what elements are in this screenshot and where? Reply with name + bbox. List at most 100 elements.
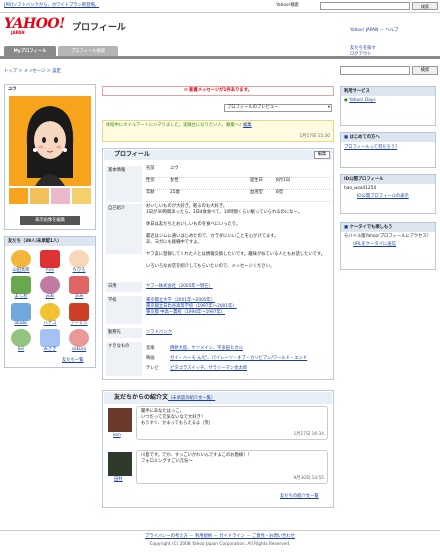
friend-name[interactable]: みさき bbox=[44, 347, 57, 352]
service-item[interactable]: ● Yahoo! Days bbox=[341, 96, 435, 106]
start-title-text: はじめての方へ bbox=[349, 135, 380, 140]
avatar-thumb[interactable] bbox=[72, 188, 91, 204]
yahoo-search-button[interactable]: 検索 bbox=[412, 2, 438, 10]
likes-row-value[interactable]: 情熱大陸、ケツメイシ、宇多田ヒカル bbox=[170, 346, 243, 351]
friend-name[interactable]: アーミン bbox=[71, 321, 88, 326]
friend-avatar bbox=[11, 328, 31, 347]
start-title: ■ はじめての方へ bbox=[341, 133, 435, 142]
friend-name[interactable]: sakura bbox=[72, 347, 86, 352]
start-box: ■ はじめての方へ プロフィールって何だろう? bbox=[340, 132, 436, 168]
likes-row-value[interactable]: ピタゴラスイッチ、サラリーマン金太郎 bbox=[170, 366, 247, 371]
likes-row: 映画 ガイ・ハーモ ん/ピ、パイレーツ・オブ・カリビアン/ワールド・エンド bbox=[146, 354, 330, 364]
chevron-down-icon: ▾ bbox=[327, 105, 330, 110]
comments-more-link[interactable]: 友だちの紹介文一覧 bbox=[280, 494, 319, 500]
friend-avatar bbox=[40, 250, 60, 268]
basic-row-value: 8月1日 bbox=[276, 178, 291, 183]
friend-name[interactable]: hiro bbox=[46, 268, 54, 273]
comment-author[interactable]: 田村 bbox=[114, 477, 123, 483]
start-link[interactable]: プロフィールって何だろう? bbox=[341, 142, 435, 154]
friends-more-link[interactable]: 友だち一覧 bbox=[62, 358, 83, 364]
friend-name[interactable]: 山田太郎 bbox=[12, 268, 29, 273]
school-list: 東京都立大学（2001年〜2005年） 東京都立日比谷高等学校（1997年〜20… bbox=[146, 298, 237, 316]
breadcrumb[interactable]: トップ ＞ メッセージ ＞ 設定 bbox=[4, 69, 61, 75]
likes-row-value[interactable]: ガイ・ハーモ ん/ピ、パイレーツ・オブ・カリビアン/ワールド・エンド bbox=[170, 356, 307, 361]
friend-item[interactable]: みさき bbox=[36, 328, 64, 354]
friend-item[interactable]: まみ bbox=[65, 276, 93, 301]
mobile-link[interactable]: URLをケータイに送信 bbox=[341, 242, 435, 248]
yahoo-search-label: Yahoo!検索 bbox=[276, 3, 299, 8]
yahoo-search-input[interactable] bbox=[320, 2, 410, 10]
friend-item[interactable]: yuki bbox=[36, 276, 64, 301]
comment-line: もうすぐ、かまってもらえるよ（笑） bbox=[141, 421, 214, 426]
footer-divider bbox=[0, 530, 440, 531]
basic-row: 名前 ユウ bbox=[146, 166, 330, 178]
basic-row-label: 誕生日 bbox=[250, 178, 263, 183]
friend-item[interactable]: 山田太郎 bbox=[7, 250, 35, 275]
footer-links-text[interactable]: プライバシーの考え方 － 利用規約 － ガイドライン － ご意見・お問い合わせ bbox=[145, 534, 295, 539]
friend-item[interactable]: よしお bbox=[7, 276, 35, 301]
friend-item[interactable]: hiro bbox=[36, 250, 64, 275]
id-profile-title: ID公開プロフィール bbox=[341, 175, 435, 184]
service-box: 利用サービス ● Yahoo! Days bbox=[340, 86, 436, 126]
find-friends-link[interactable]: 友だちを探す bbox=[350, 46, 376, 52]
likes-row-label: 音楽 bbox=[146, 346, 155, 351]
new-message-text[interactable]: 新着メッセージが1件あります。 bbox=[189, 88, 252, 93]
likes-row-label: テレビ bbox=[146, 366, 159, 371]
intro-label: 自己紹介 bbox=[106, 204, 142, 254]
promo-link[interactable]: [PR]ソフトバンクから、ホワイトプラン新登場。 bbox=[4, 3, 99, 9]
work-value[interactable]: ヤフー株式会社（2005年〜現在） bbox=[146, 284, 213, 290]
friend-intro-sub[interactable]: （未承認の紹介文一覧） bbox=[168, 396, 215, 401]
footer-links[interactable]: プライバシーの考え方 － 利用規約 － ガイドライン － ご意見・お問い合わせ bbox=[0, 534, 440, 540]
edit-photo-button[interactable]: 表示画像を編集 bbox=[20, 216, 80, 225]
header-links[interactable]: Yahoo! JAPAN － ヘルプ bbox=[350, 28, 398, 34]
friend-item[interactable]: ちひろ bbox=[65, 250, 93, 275]
yahoo-logo[interactable]: YAHOO! bbox=[4, 17, 65, 31]
status-text: 休暇中にネイルアートにハマりました。実験台になりたい人、募集〜♪ bbox=[106, 123, 242, 128]
friend-name[interactable]: ababc bbox=[14, 321, 27, 326]
friend-item[interactable]: kei bbox=[7, 328, 35, 354]
intro-line: ヤフ友に登録してくれた人とは情報交換したいです。趣味が似ている人ともお話したいで… bbox=[146, 252, 326, 257]
avatar-thumb[interactable] bbox=[30, 188, 49, 204]
comment-date: 1月17日 16:34 bbox=[293, 432, 324, 437]
friend-item[interactable]: ababc bbox=[7, 302, 35, 328]
friend-name[interactable]: yuki bbox=[46, 294, 55, 299]
friend-avatar bbox=[11, 276, 31, 295]
friend-name[interactable]: ちひろ bbox=[73, 268, 86, 273]
likes-row-label: 映画 bbox=[146, 356, 155, 361]
basic-row-value: 女性 bbox=[170, 178, 179, 183]
friend-name[interactable]: よしお bbox=[15, 294, 28, 299]
profile-find-button[interactable]: 検索 bbox=[412, 66, 438, 75]
profile-find-input[interactable] bbox=[340, 66, 410, 75]
basic-row-label: 名前 bbox=[146, 166, 155, 171]
preview-select[interactable]: プロフィールのプレビュー ▾ bbox=[224, 104, 332, 112]
service-item-label[interactable]: Yahoo! Days bbox=[349, 98, 375, 103]
profile-edit-button[interactable]: 編集 bbox=[314, 151, 330, 159]
friend-item[interactable]: アーミン bbox=[65, 302, 93, 328]
mobile-text: モバイル版Yahoo!プロフィールにアクセス！ bbox=[344, 234, 432, 239]
status-edit-link[interactable]: 編集 bbox=[243, 123, 252, 128]
friend-item[interactable]: sakura bbox=[65, 328, 93, 354]
comment-avatar[interactable] bbox=[108, 452, 132, 476]
friend-avatar bbox=[69, 276, 89, 295]
intro-text: おいしいものが大好き。眠るのも大好き。 1日が30時間あったら、1日4食食べて、… bbox=[146, 204, 330, 270]
friend-item[interactable]: ハナコ bbox=[36, 302, 64, 328]
school-item[interactable]: 東京都 中高一貫校（1994年〜1997年） bbox=[146, 310, 237, 316]
misc-value[interactable]: ソフトバンク bbox=[146, 330, 172, 336]
comment-date: 9月30日 14:55 bbox=[293, 476, 324, 481]
comment-avatar[interactable] bbox=[108, 408, 132, 432]
avatar-thumb[interactable] bbox=[51, 188, 70, 204]
friend-name[interactable]: まみ bbox=[75, 294, 84, 299]
friend-name[interactable]: ハナコ bbox=[44, 321, 57, 326]
mobile-title: ■ ケータイでも楽しもう bbox=[341, 223, 435, 232]
new-message-banner[interactable]: ✉ 新着メッセージが1件あります。 bbox=[102, 86, 334, 96]
likes-list: 音楽 情熱大陸、ケツメイシ、宇多田ヒカル 映画 ガイ・ハーモ ん/ピ、パイレーツ・オ… bbox=[146, 344, 330, 374]
avatar-thumb[interactable] bbox=[9, 188, 28, 204]
profile-name: ユウ bbox=[5, 85, 95, 94]
comment-author[interactable]: kon bbox=[113, 433, 121, 439]
id-profile-link[interactable]: ID公開プロフィールの表示 bbox=[341, 194, 435, 200]
id-profile-value: hao_wsxd1254 bbox=[344, 186, 377, 191]
school-label: 学校 bbox=[106, 296, 142, 324]
basic-row-value: B型 bbox=[276, 190, 284, 195]
friend-name[interactable]: kei bbox=[18, 347, 24, 352]
id-profile-box: ID公開プロフィール hao_wsxd1254 ID公開プロフィールの表示 bbox=[340, 174, 436, 214]
